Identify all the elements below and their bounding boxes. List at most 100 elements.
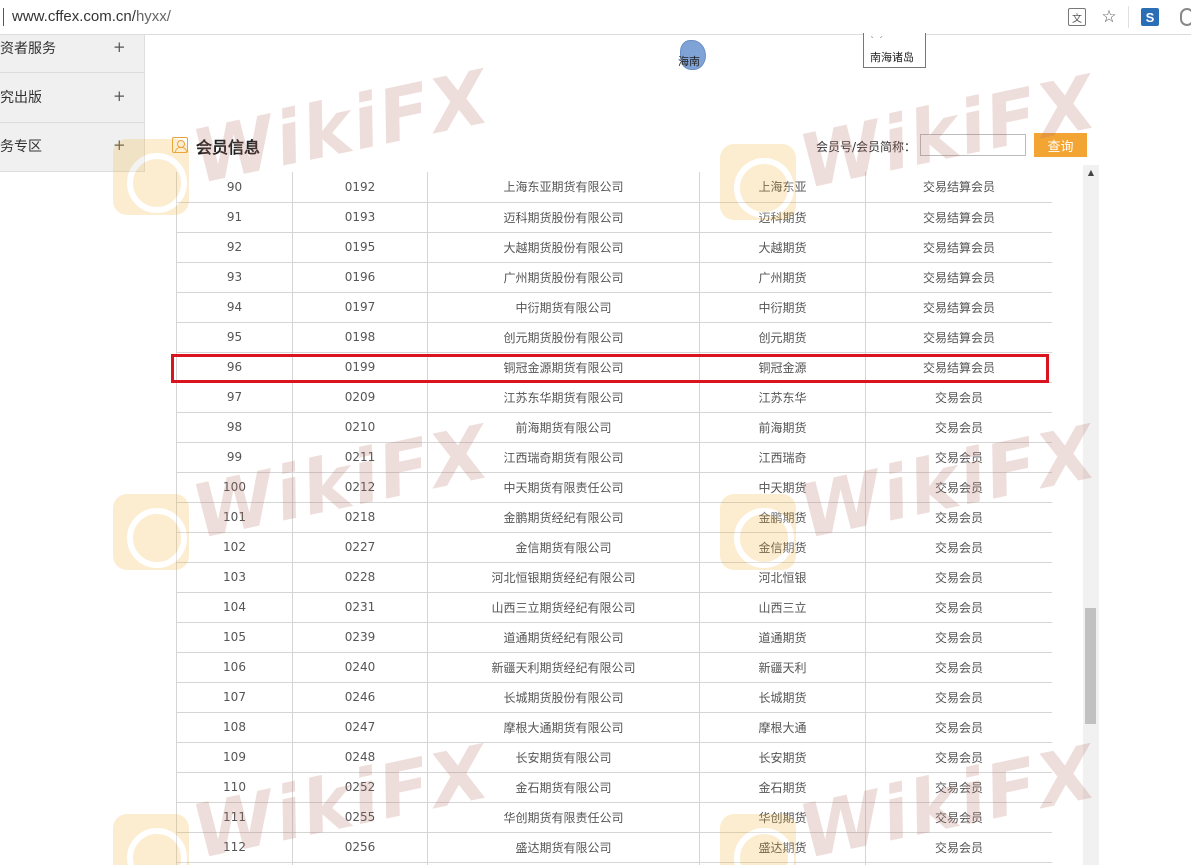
seq-cell: 96 (176, 351, 293, 383)
seq-cell: 103 (176, 561, 293, 593)
search-button[interactable]: 查询 (1034, 133, 1087, 157)
company-name-cell: 上海东亚期货有限公司 (427, 172, 700, 203)
table-row: 99 0211 江西瑞奇期货有限公司 江西瑞奇 交易会员 (176, 441, 1052, 473)
plus-icon[interactable]: + (113, 136, 126, 154)
table-row: 92 0195 大越期货股份有限公司 大越期货 交易结算会员 (176, 231, 1052, 263)
company-name-cell: 金鹏期货经纪有限公司 (427, 501, 700, 533)
url-host: www.cffex.com.cn/ (12, 8, 136, 25)
company-name-cell: 河北恒银期货经纪有限公司 (427, 561, 700, 593)
plus-icon[interactable]: + (113, 38, 126, 56)
member-code-cell: 0209 (292, 381, 428, 413)
member-code-cell: 0210 (292, 411, 428, 443)
short-name-cell: 金信期货 (699, 531, 866, 563)
sidebar-item-label: 资者服务 (0, 41, 56, 57)
short-name-cell: 摩根大通 (699, 711, 866, 743)
company-name-cell: 金信期货有限公司 (427, 531, 700, 563)
address-caret (3, 8, 4, 26)
seq-cell: 102 (176, 531, 293, 563)
member-code-cell: 0248 (292, 741, 428, 773)
table-row: 106 0240 新疆天利期货经纪有限公司 新疆天利 交易会员 (176, 651, 1052, 683)
table-row: 109 0248 长安期货有限公司 长安期货 交易会员 (176, 741, 1052, 773)
short-name-cell: 河北恒银 (699, 561, 866, 593)
short-name-cell: 广州期货 (699, 261, 866, 293)
member-table: 90 0192 上海东亚期货有限公司 上海东亚 交易结算会员 91 0193 迈科期货股份有限… (176, 172, 1052, 865)
seq-cell: 93 (176, 261, 293, 293)
company-name-cell: 金石期货有限公司 (427, 771, 700, 803)
seq-cell: 110 (176, 771, 293, 803)
short-name-cell: 华创期货 (699, 801, 866, 833)
table-row: 100 0212 中天期货有限责任公司 中天期货 交易会员 (176, 471, 1052, 503)
plus-icon[interactable]: + (113, 87, 126, 105)
sidebar-item-investor-services[interactable]: 资者服务 + (0, 35, 145, 73)
seq-cell: 98 (176, 411, 293, 443)
company-name-cell: 盛达期货有限公司 (427, 831, 700, 863)
table-row: 103 0228 河北恒银期货经纪有限公司 河北恒银 交易会员 (176, 561, 1052, 593)
translate-icon[interactable]: 文 (1068, 8, 1086, 26)
table-row: 96 0199 铜冠金源期货有限公司 铜冠金源 交易结算会员 (176, 351, 1052, 383)
seq-cell: 95 (176, 321, 293, 353)
seq-cell: 106 (176, 651, 293, 683)
short-name-cell: 创元期货 (699, 321, 866, 353)
short-name-cell: 上海东亚 (699, 172, 866, 203)
seq-cell: 107 (176, 681, 293, 713)
short-name-cell: 盛达期货 (699, 831, 866, 863)
member-code-cell: 0247 (292, 711, 428, 743)
member-type-cell: 交易会员 (865, 741, 1052, 773)
seq-cell: 92 (176, 231, 293, 263)
member-type-cell: 交易会员 (865, 651, 1052, 683)
scroll-thumb[interactable] (1085, 608, 1096, 724)
company-name-cell: 铜冠金源期货有限公司 (427, 351, 700, 383)
member-type-cell: 交易会员 (865, 501, 1052, 533)
extension-icon[interactable]: S (1141, 8, 1159, 26)
company-name-cell: 广州期货股份有限公司 (427, 261, 700, 293)
short-name-cell: 江西瑞奇 (699, 441, 866, 473)
section-title: 会员信息 (196, 138, 261, 157)
member-code-cell: 0255 (292, 801, 428, 833)
table-row: 94 0197 中衍期货有限公司 中衍期货 交易结算会员 (176, 291, 1052, 323)
table-row: 107 0246 长城期货股份有限公司 长城期货 交易会员 (176, 681, 1052, 713)
star-icon[interactable]: ☆ (1100, 7, 1118, 27)
member-code-cell: 0211 (292, 441, 428, 473)
url-path: hyxx/ (135, 8, 171, 25)
company-name-cell: 中衍期货有限公司 (427, 291, 700, 323)
extension-icon-2[interactable] (1180, 8, 1191, 26)
member-code-cell: 0193 (292, 201, 428, 233)
member-code-cell: 0196 (292, 261, 428, 293)
url-field[interactable]: www.cffex.com.cn/hyxx/ (12, 8, 171, 25)
short-name-cell: 山西三立 (699, 591, 866, 623)
seq-cell: 91 (176, 201, 293, 233)
table-row: 112 0256 盛达期货有限公司 盛达期货 交易会员 (176, 831, 1052, 863)
member-type-cell: 交易结算会员 (865, 291, 1052, 323)
company-name-cell: 创元期货股份有限公司 (427, 321, 700, 353)
short-name-cell: 中天期货 (699, 471, 866, 503)
member-code-cell: 0197 (292, 291, 428, 323)
scroll-up-arrow-icon[interactable]: ▲ (1083, 165, 1099, 181)
sidebar-item-business-zone[interactable]: 务专区 + (0, 123, 145, 172)
table-row: 95 0198 创元期货股份有限公司 创元期货 交易结算会员 (176, 321, 1052, 353)
member-code-cell: 0198 (292, 321, 428, 353)
table-row: 108 0247 摩根大通期货有限公司 摩根大通 交易会员 (176, 711, 1052, 743)
short-name-cell: 金石期货 (699, 771, 866, 803)
short-name-cell: 长城期货 (699, 681, 866, 713)
short-name-cell: 长安期货 (699, 741, 866, 773)
table-row: 90 0192 上海东亚期货有限公司 上海东亚 交易结算会员 (176, 172, 1052, 203)
sidebar-item-research-publications[interactable]: 究出版 + (0, 73, 145, 123)
company-name-cell: 大越期货股份有限公司 (427, 231, 700, 263)
member-code-cell: 0218 (292, 501, 428, 533)
member-code-cell: 0246 (292, 681, 428, 713)
sidebar: 资者服务 + 究出版 + 务专区 + (0, 35, 145, 172)
member-code-cell: 0240 (292, 651, 428, 683)
member-type-cell: 交易会员 (865, 471, 1052, 503)
member-code-cell: 0195 (292, 231, 428, 263)
member-info-icon (172, 137, 188, 153)
search-input[interactable] (920, 134, 1026, 156)
member-type-cell: 交易会员 (865, 801, 1052, 833)
member-type-cell: 交易会员 (865, 411, 1052, 443)
table-row: 91 0193 迈科期货股份有限公司 迈科期货 交易结算会员 (176, 201, 1052, 233)
scrollbar[interactable]: ▲ (1083, 165, 1099, 865)
member-code-cell: 0192 (292, 172, 428, 203)
seq-cell: 97 (176, 381, 293, 413)
seq-cell: 105 (176, 621, 293, 653)
seq-cell: 94 (176, 291, 293, 323)
member-type-cell: 交易会员 (865, 561, 1052, 593)
